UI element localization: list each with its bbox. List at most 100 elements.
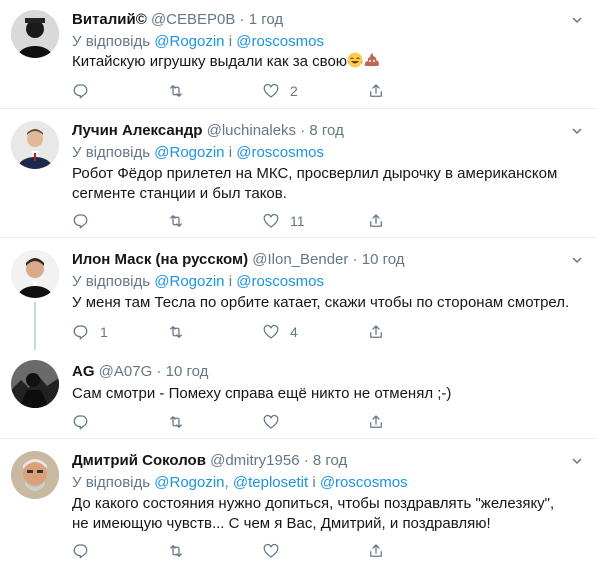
and-word: і	[312, 474, 316, 491]
author-name[interactable]: Илон Маск (на русском)	[72, 251, 248, 268]
share-button[interactable]	[367, 81, 385, 101]
share-icon	[370, 84, 382, 97]
tweet-text: У меня там Тесла по орбите катает, скажи…	[72, 294, 570, 311]
poop-icon	[364, 53, 380, 66]
tweet-text: Сам смотри - Помеху справа ещё никто не …	[72, 385, 452, 402]
retweet-button[interactable]	[167, 322, 195, 342]
avatar[interactable]	[11, 250, 59, 298]
tweet[interactable]: Виталий© @CEBEP0B · 1 год У відповідь @R…	[0, 0, 597, 108]
like-count: 2	[290, 83, 298, 99]
retweet-icon	[170, 215, 182, 227]
reply-button[interactable]	[72, 81, 100, 101]
reply-button[interactable]	[72, 211, 100, 231]
timestamp[interactable]: 10 год	[166, 363, 209, 380]
retweet-icon	[170, 85, 182, 97]
tweet[interactable]: AG @A07G · 10 год Сам смотри - Помеху сп…	[0, 350, 597, 436]
mention-link[interactable]: @roscosmos	[236, 33, 324, 50]
avatar[interactable]	[11, 451, 59, 499]
author-name[interactable]: Дмитрий Соколов	[72, 452, 206, 469]
author-name[interactable]: Лучин Александр	[72, 122, 202, 139]
author-handle[interactable]: @A07G	[99, 363, 153, 380]
author-handle[interactable]: @Ilon_Bender	[252, 251, 348, 268]
laughing-tears-icon	[347, 52, 363, 68]
like-button[interactable]: 4	[262, 322, 298, 342]
tweet[interactable]: Лучин Александр @luchinaleks · 8 год У в…	[0, 109, 597, 237]
and-word: і	[228, 273, 233, 290]
like-count: 4	[290, 324, 298, 340]
like-button[interactable]: 11	[262, 211, 305, 231]
tweet-text: Робот Фёдор прилетел на МКС, просверлил …	[72, 165, 558, 202]
retweet-icon	[170, 416, 182, 428]
chevron-down-icon[interactable]	[571, 14, 583, 26]
tweet[interactable]: Илон Маск (на русском) @Ilon_Bender · 10…	[0, 238, 597, 350]
separator-dot: ·	[156, 363, 162, 380]
mention-link[interactable]: @roscosmos	[320, 474, 408, 491]
share-icon	[370, 415, 382, 428]
author-handle[interactable]: @dmitry1956	[210, 452, 299, 469]
retweet-icon	[170, 545, 182, 557]
heart-icon	[263, 543, 279, 558]
reply-to-line: У відповідь @Rogozin і @roscosmos	[72, 143, 324, 163]
chevron-down-icon[interactable]	[571, 455, 583, 467]
share-button[interactable]	[367, 412, 385, 432]
thread-line	[34, 302, 36, 350]
share-button[interactable]	[367, 322, 385, 342]
avatar[interactable]	[11, 360, 59, 408]
avatar[interactable]	[11, 121, 59, 169]
timestamp[interactable]: 8 год	[309, 122, 343, 139]
retweet-icon	[170, 326, 182, 338]
reply-count: 1	[100, 324, 108, 340]
like-button[interactable]: 2	[262, 81, 298, 101]
mention-link[interactable]: @roscosmos	[236, 144, 324, 161]
share-button[interactable]	[367, 541, 385, 561]
reply-button[interactable]: 1	[72, 322, 108, 342]
reply-icon	[73, 214, 88, 229]
retweet-button[interactable]	[167, 541, 195, 561]
author-handle[interactable]: @CEBEP0B	[151, 11, 235, 28]
chevron-down-icon[interactable]	[571, 125, 583, 137]
tweet-actions: 2	[72, 81, 392, 101]
share-button[interactable]	[367, 211, 385, 231]
tweet-header: Илон Маск (на русском) @Ilon_Bender · 10…	[72, 250, 405, 270]
and-word: і	[228, 144, 233, 161]
mention-link[interactable]: @Rogozin	[154, 33, 224, 50]
like-button[interactable]	[262, 541, 290, 561]
reply-to-line: У відповідь @Rogozin, @teplosetit і @ros…	[72, 473, 408, 493]
timestamp[interactable]: 10 год	[362, 251, 405, 268]
author-name[interactable]: Виталий©	[72, 11, 147, 28]
reply-button[interactable]	[72, 541, 100, 561]
retweet-button[interactable]	[167, 211, 195, 231]
tweet-header: AG @A07G · 10 год	[72, 362, 208, 382]
mention-link[interactable]: @Rogozin	[154, 273, 224, 290]
heart-icon	[263, 83, 279, 98]
author-name[interactable]: AG	[72, 363, 95, 380]
mention-link[interactable]: @teplosetit	[233, 474, 308, 491]
reply-prefix: У відповідь	[72, 273, 151, 290]
separator-dot: ·	[303, 452, 309, 469]
and-word: і	[228, 33, 233, 50]
reply-icon	[73, 325, 88, 340]
author-handle[interactable]: @luchinaleks	[207, 122, 296, 139]
reply-prefix: У відповідь	[72, 33, 151, 50]
reply-icon	[73, 84, 88, 99]
mention-link[interactable]: @Rogozin	[154, 474, 224, 491]
tweet-text: Китайскую игрушку выдали как за свою	[72, 52, 572, 72]
mention-link[interactable]: @roscosmos	[236, 273, 324, 290]
chevron-down-icon[interactable]	[571, 254, 583, 266]
tweet[interactable]: Дмитрий Соколов @dmitry1956 · 8 год У ві…	[0, 439, 597, 566]
tweet-header: Виталий© @CEBEP0B · 1 год	[72, 10, 283, 30]
like-count: 11	[290, 213, 305, 229]
reply-to-line: У відповідь @Rogozin і @roscosmos	[72, 32, 324, 52]
retweet-button[interactable]	[167, 412, 195, 432]
timestamp[interactable]: 8 год	[313, 452, 347, 469]
mention-link[interactable]: @Rogozin	[154, 144, 224, 161]
avatar[interactable]	[11, 10, 59, 58]
tweet-actions	[72, 412, 392, 432]
mention-separator: ,	[224, 474, 229, 491]
heart-icon	[263, 414, 279, 429]
reply-to-line: У відповідь @Rogozin і @roscosmos	[72, 272, 324, 292]
like-button[interactable]	[262, 412, 290, 432]
timestamp[interactable]: 1 год	[249, 11, 283, 28]
retweet-button[interactable]	[167, 81, 195, 101]
reply-button[interactable]	[72, 412, 100, 432]
